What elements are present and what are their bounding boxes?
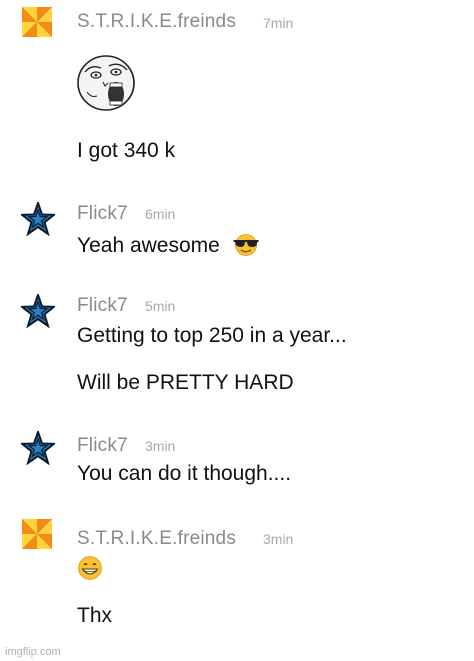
message-text: I got 340 k xyxy=(77,139,176,162)
username[interactable]: Flick7 xyxy=(77,203,128,225)
timestamp: 3min xyxy=(263,531,294,547)
timestamp: 7min xyxy=(263,15,294,31)
grinning-emoji-icon xyxy=(78,556,102,580)
message-text: You can do it though.... xyxy=(77,462,292,485)
timestamp: 5min xyxy=(145,298,176,314)
username[interactable]: S.T.R.I.K.E.freinds xyxy=(77,528,236,550)
message-text: Will be PRETTY HARD xyxy=(77,371,294,394)
blue-star-avatar-icon[interactable] xyxy=(21,294,55,328)
timestamp: 6min xyxy=(145,206,176,222)
timestamp: 3min xyxy=(145,438,176,454)
rage-face-lol-sticker-icon xyxy=(77,55,135,111)
watermark: imgflip.com xyxy=(5,646,61,658)
message-text: Thx xyxy=(77,604,113,627)
blue-star-avatar-icon[interactable] xyxy=(21,202,55,236)
pinwheel-avatar-icon[interactable] xyxy=(22,519,52,549)
blue-star-avatar-icon[interactable] xyxy=(21,431,55,465)
sunglasses-emoji-icon xyxy=(233,234,259,256)
message-text: Getting to top 250 in a year... xyxy=(77,324,347,347)
pinwheel-avatar-icon[interactable] xyxy=(22,7,52,37)
username[interactable]: Flick7 xyxy=(77,435,128,457)
username[interactable]: Flick7 xyxy=(77,295,128,317)
message-text: Yeah awesome xyxy=(77,232,260,258)
username[interactable]: S.T.R.I.K.E.freinds xyxy=(77,11,236,33)
message-text-content: Yeah awesome xyxy=(77,234,220,257)
